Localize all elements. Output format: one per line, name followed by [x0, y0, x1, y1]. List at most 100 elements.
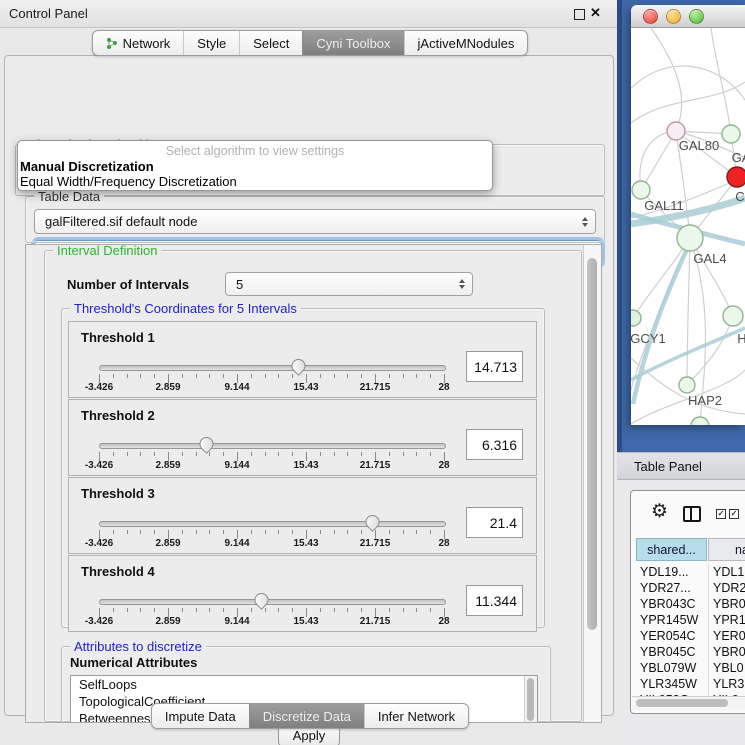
- cell-name[interactable]: YDL1: [713, 564, 744, 580]
- threshold-value-field[interactable]: 6.316: [466, 429, 523, 460]
- table-row[interactable]: YDL19... YDL1: [632, 564, 745, 580]
- dropdown-option-manual[interactable]: Manual Discretization: [18, 159, 492, 174]
- threshold-slider[interactable]: -3.4262.8599.14415.4321.71528: [69, 478, 469, 553]
- dropdown-option-equal-width[interactable]: Equal Width/Frequency Discretization: [18, 174, 492, 189]
- tab-jactivemnodules[interactable]: jActiveMNodules: [404, 31, 528, 55]
- table-panel-titlebar: Table Panel: [617, 452, 745, 480]
- column-header-shared-name[interactable]: shared...: [636, 538, 707, 561]
- network-canvas[interactable]: GAL80GACGAL11GAL4GCY1HHAP2: [631, 28, 745, 425]
- table-row[interactable]: YBR045C YBR0: [632, 644, 745, 660]
- table-body: YDL19... YDL1 YDR27... YDR2 YBR043C YBR0…: [632, 564, 745, 696]
- checkbox-icon[interactable]: ✓: [729, 509, 739, 519]
- numerical-attributes-label: Numerical Attributes: [70, 655, 197, 670]
- column-divider: [708, 564, 709, 696]
- scale-tick-label: 21.715: [360, 538, 391, 549]
- float-window-icon[interactable]: [574, 9, 585, 20]
- cell-name[interactable]: YBL0: [713, 660, 744, 676]
- tab-cyni-toolbox[interactable]: Cyni Toolbox: [302, 31, 403, 55]
- cell-name[interactable]: YER0: [713, 628, 745, 644]
- close-traffic-light-icon[interactable]: [643, 9, 658, 24]
- slider-ticks: [99, 452, 444, 461]
- close-icon[interactable]: ✕: [590, 5, 601, 21]
- table-row[interactable]: YBL079W YBL0: [632, 660, 745, 676]
- threshold-value-field[interactable]: 14.713: [466, 351, 523, 382]
- node-label: HAP2: [688, 393, 722, 408]
- cell-name[interactable]: YDR2: [713, 580, 745, 596]
- cell-name[interactable]: YBR0: [713, 596, 745, 612]
- zoom-traffic-light-icon[interactable]: [689, 9, 704, 24]
- cell-name[interactable]: YPR1: [713, 612, 745, 628]
- node-label: GAL4: [693, 251, 726, 266]
- threshold-value-field[interactable]: 11.344: [466, 585, 523, 616]
- cell-name[interactable]: YBR0: [713, 644, 745, 660]
- table-panel-title: Table Panel: [634, 459, 702, 474]
- desktop-right-area: GAL80GACGAL11GAL4GCY1HHAP2 Table Panel ⚙…: [617, 0, 745, 745]
- cell-shared-name[interactable]: YDR27...: [640, 580, 691, 596]
- table-row[interactable]: YLR345W YLR3: [632, 676, 745, 692]
- panel-scrollbar[interactable]: [583, 245, 601, 722]
- tab-impute-data[interactable]: Impute Data: [152, 704, 249, 728]
- table-row[interactable]: YBR043C YBR0: [632, 596, 745, 612]
- scale-tick-label: 9.144: [224, 382, 249, 393]
- table-row[interactable]: YDR27... YDR2: [632, 580, 745, 596]
- group-title: Threshold's Coordinates for 5 Intervals: [70, 301, 301, 316]
- table-h-scrollbar[interactable]: [632, 696, 745, 710]
- combo-arrows-icon: [582, 217, 588, 227]
- network-icon: [106, 37, 118, 50]
- slider-track[interactable]: [99, 599, 446, 605]
- columns-icon[interactable]: [683, 506, 701, 522]
- group-title: Table Data: [34, 189, 104, 204]
- tab-style[interactable]: Style: [183, 31, 239, 55]
- cell-shared-name[interactable]: YDL19...: [640, 564, 689, 580]
- table-data-group: Table Data galFiltered.sif default node: [25, 196, 605, 243]
- scale-tick-label: -3.426: [85, 616, 113, 627]
- bottom-tab-group: Impute Data Discretize Data Infer Networ…: [151, 703, 469, 729]
- network-view-window: GAL80GACGAL11GAL4GCY1HHAP2: [631, 5, 745, 425]
- cell-shared-name[interactable]: YBR043C: [640, 596, 696, 612]
- tab-discretize-data[interactable]: Discretize Data: [249, 704, 364, 728]
- tab-select[interactable]: Select: [239, 31, 302, 55]
- column-header-name[interactable]: na: [708, 538, 745, 561]
- tab-label: Style: [197, 36, 226, 51]
- scale-tick-label: 28: [438, 538, 449, 549]
- cell-name[interactable]: YLR3: [713, 676, 744, 692]
- threshold-slider[interactable]: -3.4262.8599.14415.4321.71528: [69, 556, 469, 631]
- cell-shared-name[interactable]: YER054C: [640, 628, 696, 644]
- tab-infer-network[interactable]: Infer Network: [364, 704, 468, 728]
- scale-tick-label: 9.144: [224, 460, 249, 471]
- tab-label: Infer Network: [378, 709, 455, 724]
- tab-label: Discretize Data: [263, 709, 351, 724]
- slider-track[interactable]: [99, 443, 446, 449]
- threshold-slider[interactable]: -3.4262.8599.14415.4321.71528: [69, 322, 469, 397]
- table-data-select[interactable]: galFiltered.sif default node: [34, 209, 596, 234]
- slider-track[interactable]: [99, 365, 446, 371]
- dropdown-placeholder: Select algorithm to view settings: [18, 144, 492, 159]
- minimize-traffic-light-icon[interactable]: [666, 9, 681, 24]
- scale-tick-label: 2.859: [155, 382, 180, 393]
- table-data-value: galFiltered.sif default node: [45, 214, 197, 229]
- list-item[interactable]: SelfLoops: [71, 676, 537, 693]
- table-header: shared... na: [631, 537, 745, 563]
- node-label: GAL80: [679, 138, 719, 153]
- cell-shared-name[interactable]: YBR045C: [640, 644, 696, 660]
- slider-track[interactable]: [99, 521, 446, 527]
- table-row[interactable]: YER054C YER0: [632, 628, 745, 644]
- cell-shared-name[interactable]: YPR145W: [640, 612, 698, 628]
- num-intervals-label: Number of Intervals: [67, 277, 189, 292]
- table-row[interactable]: YPR145W YPR1: [632, 612, 745, 628]
- node-label: C: [735, 189, 744, 204]
- top-tabbar: Network Style Select Cyni Toolbox: [0, 30, 620, 56]
- checkbox-icon[interactable]: ✓: [716, 509, 726, 519]
- slider-ticks: [99, 374, 444, 383]
- cell-shared-name[interactable]: YBL079W: [640, 660, 696, 676]
- tab-label: jActiveMNodules: [418, 36, 515, 51]
- threshold-slider[interactable]: -3.4262.8599.14415.4321.71528: [69, 400, 469, 475]
- threshold-value-field[interactable]: 21.4: [466, 507, 523, 538]
- tab-network[interactable]: Network: [93, 31, 184, 55]
- gear-icon[interactable]: ⚙: [651, 499, 668, 525]
- cell-shared-name[interactable]: YLR345W: [640, 676, 697, 692]
- node-table: ⚙ ✓ ✓ shared... na YDL19... YDL1 YDR27..…: [630, 490, 745, 714]
- num-intervals-select[interactable]: 5: [225, 272, 473, 296]
- node-label: GA: [732, 150, 745, 165]
- scale-tick-label: 9.144: [224, 538, 249, 549]
